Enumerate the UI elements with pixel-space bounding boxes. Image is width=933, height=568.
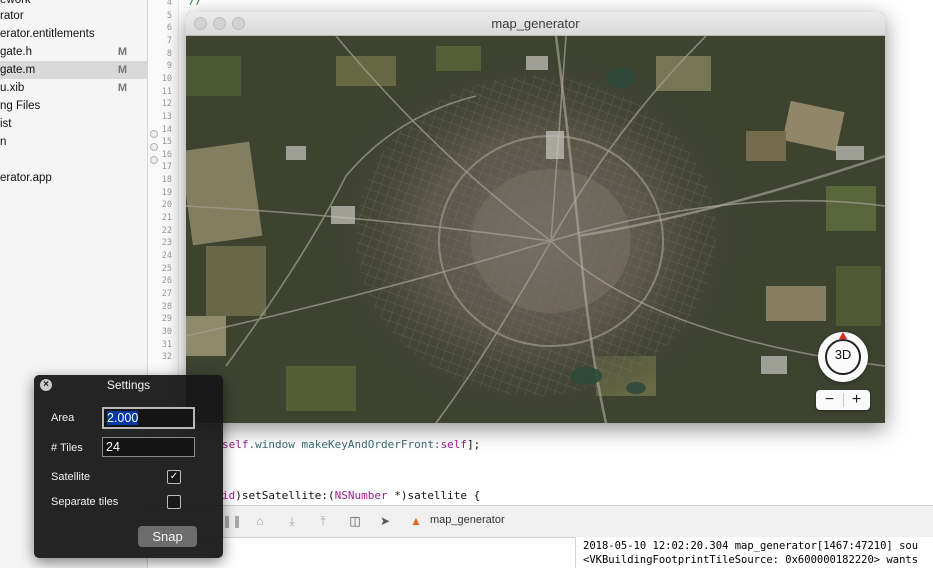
line-number: 19 bbox=[161, 187, 172, 198]
map-window: map_generator 3D − + bbox=[186, 12, 885, 423]
step-out-icon[interactable]: ⤒ bbox=[315, 514, 331, 528]
navigator-item[interactable]: rator bbox=[0, 7, 147, 25]
navigator-item[interactable]: gate.h M bbox=[0, 43, 147, 61]
navigator-item[interactable]: ist bbox=[0, 115, 147, 133]
debug-target-label[interactable]: map_generator bbox=[430, 514, 505, 526]
navigator-item-label: gate.h bbox=[0, 46, 32, 58]
code-line-make-key: self.window makeKeyAndOrderFront:self]; bbox=[222, 438, 480, 451]
line-number: 31 bbox=[161, 339, 172, 350]
line-number: 18 bbox=[161, 175, 172, 186]
line-number: 9 bbox=[166, 61, 172, 72]
location-icon[interactable]: ➤ bbox=[377, 514, 393, 528]
line-number: 28 bbox=[161, 301, 172, 312]
code-token: NSNumber bbox=[334, 489, 388, 502]
line-number: 26 bbox=[161, 276, 172, 287]
navigator-item[interactable]: u.xib M bbox=[0, 79, 147, 97]
window-titlebar[interactable]: map_generator bbox=[186, 12, 885, 36]
view-debugger-icon[interactable]: ◫ bbox=[347, 514, 363, 528]
satellite-label: Satellite bbox=[51, 471, 91, 483]
breakpoint-marker-icon[interactable] bbox=[150, 156, 158, 164]
line-number: 12 bbox=[161, 99, 172, 110]
code-token: *)satellite { bbox=[387, 489, 481, 502]
navigator-item-label: gate.m bbox=[0, 64, 36, 76]
line-number: 21 bbox=[161, 213, 172, 224]
line-number: 8 bbox=[166, 48, 172, 59]
scm-status-badge: M bbox=[117, 46, 127, 58]
snap-button[interactable]: Snap bbox=[138, 526, 197, 547]
scm-status-badge: M bbox=[117, 82, 127, 94]
navigator-item-label: n bbox=[0, 136, 7, 148]
line-number: 13 bbox=[161, 111, 172, 122]
line-number: 17 bbox=[161, 162, 172, 173]
line-number: 14 bbox=[161, 124, 172, 135]
line-number: 24 bbox=[161, 251, 172, 261]
line-number: 27 bbox=[161, 288, 172, 299]
satellite-checkbox[interactable]: ✓ bbox=[167, 470, 181, 484]
compass-3d-button[interactable]: 3D bbox=[818, 332, 868, 382]
line-number: 5 bbox=[166, 10, 172, 21]
navigator-item[interactable]: ng Files bbox=[0, 97, 147, 115]
line-number: 22 bbox=[161, 225, 172, 236]
area-input[interactable] bbox=[102, 407, 195, 429]
navigator-item[interactable]: erator.entitlements bbox=[0, 25, 147, 43]
navigator-item-label: erator.app bbox=[0, 172, 52, 184]
line-number: 32 bbox=[161, 352, 172, 363]
line-number: 4 bbox=[166, 0, 172, 8]
tiles-label: # Tiles bbox=[51, 442, 83, 454]
navigator-item-label: erator.entitlements bbox=[0, 28, 95, 40]
navigator-item-selected[interactable]: gate.m M bbox=[0, 61, 147, 79]
line-number: 20 bbox=[161, 200, 172, 211]
code-token: .window bbox=[248, 438, 302, 451]
satellite-map[interactable] bbox=[186, 36, 885, 423]
debug-bar: ❚❚ ⌂ ⤓ ⤒ ◫ ➤ ▲ map_generator bbox=[148, 505, 933, 538]
tiles-input[interactable] bbox=[102, 437, 195, 457]
code-token: )setSatellite:( bbox=[235, 489, 335, 502]
line-number: 6 bbox=[166, 23, 172, 34]
line-number: 7 bbox=[166, 35, 172, 46]
navigator-item-label: rator bbox=[0, 10, 24, 22]
code-comment: // bbox=[189, 0, 203, 7]
settings-title: Settings bbox=[106, 378, 151, 392]
debug-console[interactable]: 2018-05-10 12:02:20.304 map_generator[14… bbox=[575, 537, 933, 568]
navigator-item[interactable]: erator.app bbox=[0, 169, 147, 187]
code-line-set-satellite: id)setSatellite:(NSNumber *)satellite { bbox=[222, 489, 480, 502]
line-number: 30 bbox=[161, 326, 172, 337]
zoom-control: − + bbox=[816, 390, 870, 410]
area-label: Area bbox=[51, 412, 75, 424]
step-over-icon[interactable]: ⌂ bbox=[252, 514, 268, 528]
separate-tiles-checkbox[interactable] bbox=[167, 495, 181, 509]
code-token: id bbox=[222, 489, 236, 502]
navigator-item-label: u.xib bbox=[0, 82, 25, 94]
line-number: 11 bbox=[161, 86, 172, 97]
zoom-in-button[interactable]: + bbox=[843, 390, 870, 410]
line-number: 23 bbox=[161, 238, 172, 249]
navigator-item-label: ng Files bbox=[0, 100, 41, 112]
scm-status-badge: M bbox=[117, 64, 127, 76]
app-target-icon: ▲ bbox=[410, 514, 422, 528]
line-number: 16 bbox=[161, 149, 172, 160]
north-indicator-icon bbox=[839, 332, 847, 339]
navigator-item[interactable]: n bbox=[0, 133, 147, 151]
line-number: 15 bbox=[161, 137, 172, 148]
step-into-icon[interactable]: ⤓ bbox=[284, 514, 300, 528]
line-number: 10 bbox=[161, 73, 172, 84]
console-line: <VKBuildingFootprintTileSource: 0x600000… bbox=[583, 554, 919, 566]
code-token: self bbox=[222, 438, 249, 451]
separate-tiles-label: Separate tiles bbox=[51, 496, 119, 508]
code-token: makeKeyAndOrderFront: bbox=[301, 438, 441, 451]
console-line: 2018-05-10 12:02:20.304 map_generator[14… bbox=[583, 540, 919, 552]
settings-panel: × Settings Area # Tiles Satellite ✓ Sepa… bbox=[34, 375, 223, 558]
line-number: 25 bbox=[161, 263, 172, 274]
window-title: map_generator bbox=[491, 16, 580, 31]
navigator-item-label: ist bbox=[0, 118, 12, 130]
breakpoint-marker-icon[interactable] bbox=[150, 130, 158, 138]
compass-label: 3D bbox=[834, 347, 852, 362]
line-number: 29 bbox=[161, 314, 172, 325]
zoom-out-button[interactable]: − bbox=[816, 390, 843, 410]
pause-icon[interactable]: ❚❚ bbox=[222, 514, 242, 528]
code-token: ]; bbox=[467, 438, 481, 451]
breakpoint-marker-icon[interactable] bbox=[150, 143, 158, 151]
code-token: self bbox=[440, 438, 468, 451]
